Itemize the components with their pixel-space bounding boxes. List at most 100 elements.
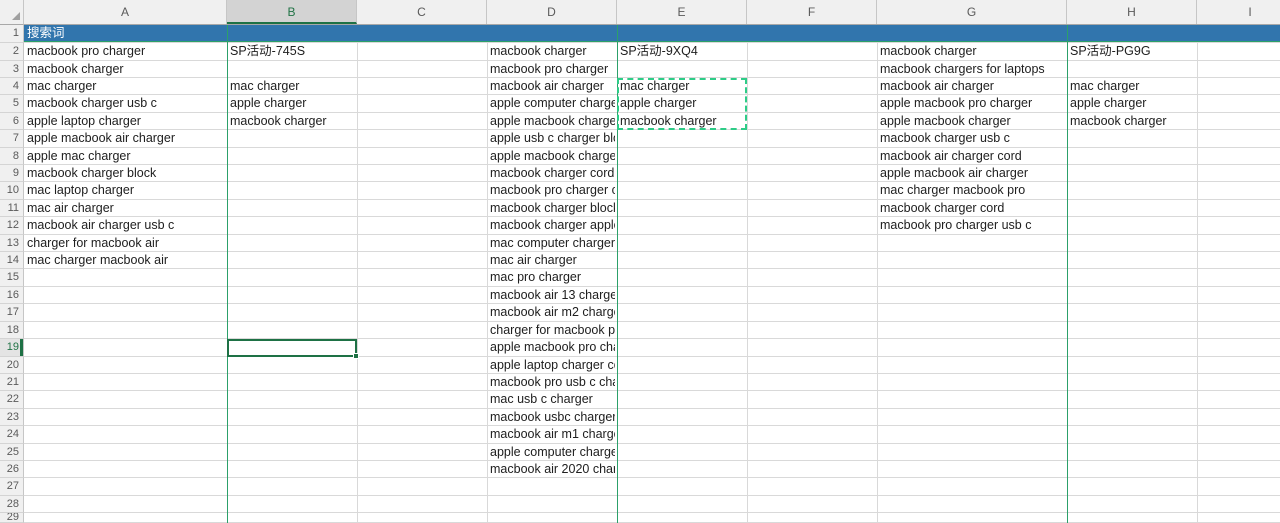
cell-A14[interactable]: mac charger macbook air bbox=[24, 252, 225, 268]
banner-row[interactable]: 搜索词 bbox=[24, 25, 1280, 42]
row-header-26[interactable]: 26 bbox=[0, 461, 24, 478]
row-header-12[interactable]: 12 bbox=[0, 217, 24, 235]
row-header-27[interactable]: 27 bbox=[0, 478, 24, 496]
cell-D19[interactable]: apple macbook pro charger cord bbox=[487, 339, 615, 356]
cell-D22[interactable]: mac usb c charger bbox=[487, 391, 615, 408]
cell-E4[interactable]: mac charger bbox=[617, 78, 745, 94]
row-header-5[interactable]: 5 bbox=[0, 95, 24, 113]
cell-D17[interactable]: macbook air m2 charger bbox=[487, 304, 615, 321]
row-header-18[interactable]: 18 bbox=[0, 322, 24, 339]
cell-A5[interactable]: macbook charger usb c bbox=[24, 95, 225, 112]
row-header-4[interactable]: 4 bbox=[0, 78, 24, 95]
cell-G7[interactable]: macbook charger usb c bbox=[877, 130, 1065, 147]
cell-H4[interactable]: mac charger bbox=[1067, 78, 1195, 94]
column-header-b[interactable]: B bbox=[227, 0, 357, 24]
row-header-29[interactable]: 29 bbox=[0, 513, 24, 523]
cell-G12[interactable]: macbook pro charger usb c bbox=[877, 217, 1065, 234]
cell-E2[interactable]: SP活动-9XQ4 bbox=[617, 43, 745, 60]
spreadsheet-grid[interactable]: ABCDEFGHI 1 2 3 4 5 6 7 8 9 10 11 12 13 14 15 16 17 18 19 2… bbox=[0, 0, 1280, 523]
row-header-2[interactable]: 2 bbox=[0, 43, 24, 61]
cell-G3[interactable]: macbook chargers for laptops bbox=[877, 61, 1065, 77]
cell-G6[interactable]: apple macbook charger bbox=[877, 113, 1065, 129]
row-header-10[interactable]: 10 bbox=[0, 182, 24, 200]
row-header-8[interactable]: 8 bbox=[0, 148, 24, 165]
row-header-22[interactable]: 22 bbox=[0, 391, 24, 409]
cell-A2[interactable]: macbook pro charger bbox=[24, 43, 225, 60]
cell-D4[interactable]: macbook air charger bbox=[487, 78, 615, 94]
row-header-28[interactable]: 28 bbox=[0, 496, 24, 513]
cell-D24[interactable]: macbook air m1 charger bbox=[487, 426, 615, 443]
row-header-6[interactable]: 6 bbox=[0, 113, 24, 130]
cell-D12[interactable]: macbook charger apple bbox=[487, 217, 615, 234]
cell-D6[interactable]: apple macbook charger bbox=[487, 113, 615, 129]
cell-D3[interactable]: macbook pro charger bbox=[487, 61, 615, 77]
cell-D23[interactable]: macbook usbc charger bbox=[487, 409, 615, 425]
row-header-21[interactable]: 21 bbox=[0, 374, 24, 391]
cells-area[interactable]: 搜索词 macbook pro charger macbook charger ma… bbox=[24, 25, 1280, 523]
cell-H6[interactable]: macbook charger bbox=[1067, 113, 1195, 129]
column-header-d[interactable]: D bbox=[487, 0, 617, 24]
column-header-e[interactable]: E bbox=[617, 0, 747, 24]
cell-D26[interactable]: macbook air 2020 charger bbox=[487, 461, 615, 477]
cell-G5[interactable]: apple macbook pro charger bbox=[877, 95, 1065, 112]
row-header-19[interactable]: 19 bbox=[0, 339, 24, 357]
cell-D9[interactable]: macbook charger cord bbox=[487, 165, 615, 181]
cell-A7[interactable]: apple macbook air charger bbox=[24, 130, 225, 147]
cell-D8[interactable]: apple macbook chargers bbox=[487, 148, 615, 164]
cell-G11[interactable]: macbook charger cord bbox=[877, 200, 1065, 216]
cell-D14[interactable]: mac air charger bbox=[487, 252, 615, 268]
column-header-i[interactable]: I bbox=[1197, 0, 1280, 24]
row-header-20[interactable]: 20 bbox=[0, 357, 24, 374]
cell-G10[interactable]: mac charger macbook pro bbox=[877, 182, 1065, 199]
cell-D5[interactable]: apple computer charger bbox=[487, 95, 615, 112]
cell-A8[interactable]: apple mac charger bbox=[24, 148, 225, 164]
cell-A12[interactable]: macbook air charger usb c bbox=[24, 217, 225, 234]
row-header-15[interactable]: 15 bbox=[0, 269, 24, 287]
row-header-9[interactable]: 9 bbox=[0, 165, 24, 182]
cell-G8[interactable]: macbook air charger cord bbox=[877, 148, 1065, 164]
cell-D7[interactable]: apple usb c charger block bbox=[487, 130, 615, 147]
row-header-11[interactable]: 11 bbox=[0, 200, 24, 217]
cell-D11[interactable]: macbook charger block bbox=[487, 200, 615, 216]
cell-B2[interactable]: SP活动-745S bbox=[227, 43, 355, 60]
cell-D21[interactable]: macbook pro usb c charger bbox=[487, 374, 615, 390]
cell-B5[interactable]: apple charger bbox=[227, 95, 355, 112]
row-header-16[interactable]: 16 bbox=[0, 287, 24, 304]
cell-B6[interactable]: macbook charger bbox=[227, 113, 355, 129]
cell-E5[interactable]: apple charger bbox=[617, 95, 745, 112]
column-header-a[interactable]: A bbox=[24, 0, 227, 24]
cell-G4[interactable]: macbook air charger bbox=[877, 78, 1065, 94]
row-header-3[interactable]: 3 bbox=[0, 61, 24, 78]
cell-A6[interactable]: apple laptop charger bbox=[24, 113, 225, 129]
cell-D10[interactable]: macbook pro charger cord bbox=[487, 182, 615, 199]
row-header-13[interactable]: 13 bbox=[0, 235, 24, 252]
cell-D16[interactable]: macbook air 13 charger bbox=[487, 287, 615, 303]
row-header-25[interactable]: 25 bbox=[0, 444, 24, 461]
cell-D25[interactable]: apple computer charger cord bbox=[487, 444, 615, 460]
column-header-c[interactable]: C bbox=[357, 0, 487, 24]
cell-D15[interactable]: mac pro charger bbox=[487, 269, 615, 286]
cell-D13[interactable]: mac computer charger bbox=[487, 235, 615, 251]
column-header-h[interactable]: H bbox=[1067, 0, 1197, 24]
row-header-24[interactable]: 24 bbox=[0, 426, 24, 444]
cell-A4[interactable]: mac charger bbox=[24, 78, 225, 94]
cell-G2[interactable]: macbook charger bbox=[877, 43, 1065, 60]
cell-A13[interactable]: charger for macbook air bbox=[24, 235, 225, 251]
cell-H5[interactable]: apple charger bbox=[1067, 95, 1195, 112]
cell-B4[interactable]: mac charger bbox=[227, 78, 355, 94]
cell-H2[interactable]: SP活动-PG9G bbox=[1067, 43, 1195, 60]
row-header-17[interactable]: 17 bbox=[0, 304, 24, 322]
cell-A3[interactable]: macbook charger bbox=[24, 61, 225, 77]
row-header-7[interactable]: 7 bbox=[0, 130, 24, 148]
row-header-1[interactable]: 1 bbox=[0, 25, 24, 43]
cell-D18[interactable]: charger for macbook pro bbox=[487, 322, 615, 338]
active-cell-B19[interactable] bbox=[227, 339, 359, 359]
column-header-g[interactable]: G bbox=[877, 0, 1067, 24]
cell-D2[interactable]: macbook charger bbox=[487, 43, 615, 60]
cell-G9[interactable]: apple macbook air charger bbox=[877, 165, 1065, 181]
cell-E6[interactable]: macbook charger bbox=[617, 113, 745, 129]
cell-D20[interactable]: apple laptop charger cord bbox=[487, 357, 615, 373]
cell-A11[interactable]: mac air charger bbox=[24, 200, 225, 216]
row-header-23[interactable]: 23 bbox=[0, 409, 24, 426]
select-all-corner[interactable] bbox=[0, 0, 24, 25]
